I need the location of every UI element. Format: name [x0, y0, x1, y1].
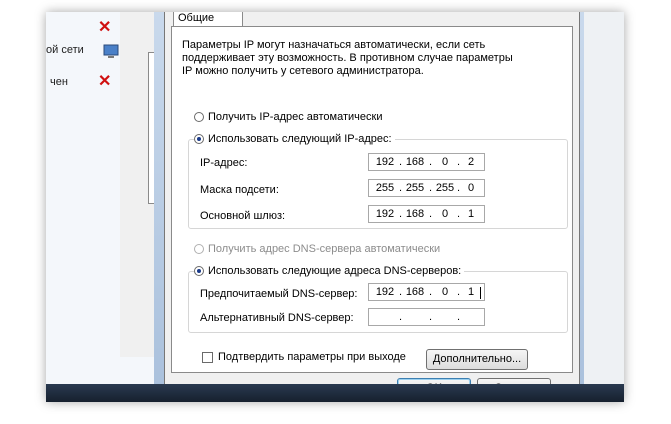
ip-manual-label: Использовать следующий IP-адрес:: [208, 133, 392, 145]
dns-auto-radio[interactable]: Получить адрес DNS-сервера автоматически: [194, 243, 440, 255]
ip-address-label: IP-адрес:: [200, 157, 248, 169]
validate-label: Подтвердить параметры при выходе: [218, 351, 406, 363]
pdns-octet-1: 192: [375, 286, 395, 298]
background-window-right: [584, 12, 624, 384]
preferred-dns-field[interactable]: 192 . 168 . 0 . 1: [368, 283, 485, 301]
gateway-octet-3: 0: [441, 208, 449, 220]
error-x-icon: ✕: [98, 73, 112, 90]
network-computer-icon: [103, 44, 119, 58]
gateway-label: Основной шлюз:: [200, 210, 286, 222]
ip-auto-label: Получить IP-адрес автоматически: [208, 111, 383, 123]
validate-checkbox[interactable]: Подтвердить параметры при выходе: [202, 351, 406, 363]
ip-auto-radio[interactable]: Получить IP-адрес автоматически: [194, 111, 382, 123]
ip-manual-radio[interactable]: Использовать следующий IP-адрес:: [194, 133, 395, 145]
radio-circle-disabled: [194, 244, 204, 254]
text-caret: [480, 287, 481, 299]
gateway-octet-4: 1: [467, 208, 475, 220]
ip-octet-3: 0: [441, 156, 449, 168]
taskbar: [46, 384, 624, 402]
tab-general[interactable]: Общие: [173, 12, 243, 27]
pdns-octet-4: 1: [467, 286, 475, 298]
subnet-octet-2: 255: [405, 182, 425, 194]
subnet-label: Маска подсети:: [200, 184, 279, 196]
pdns-octet-3: 0: [441, 286, 449, 298]
error-x-icon: ✕: [98, 19, 112, 36]
subnet-field[interactable]: 255 . 255 . 255 . 0: [368, 179, 485, 197]
intro-text: Параметры IP могут назначаться автоматич…: [182, 39, 513, 77]
subnet-octet-3: 255: [435, 182, 455, 194]
subnet-octet-1: 255: [375, 182, 395, 194]
ip-address-field[interactable]: 192 . 168 . 0 . 2: [368, 153, 485, 171]
dns-auto-label: Получить адрес DNS-сервера автоматически: [208, 243, 441, 255]
pdns-octet-2: 168: [405, 286, 425, 298]
ip-octet-4: 2: [467, 156, 475, 168]
gateway-field[interactable]: 192 . 168 . 0 . 1: [368, 205, 485, 223]
ip-octet-2: 168: [405, 156, 425, 168]
ip-octet-1: 192: [375, 156, 395, 168]
radio-circle-selected: [194, 266, 204, 276]
radio-circle-selected: [194, 134, 204, 144]
network-label: ой сети: [46, 44, 84, 56]
advanced-button[interactable]: Дополнительно...: [426, 349, 528, 370]
alternate-dns-label: Альтернативный DNS-сервер:: [200, 312, 354, 324]
preferred-dns-label: Предпочитаемый DNS-сервер:: [200, 288, 358, 300]
gateway-octet-1: 192: [375, 208, 395, 220]
status-label: чен: [50, 76, 68, 88]
checkbox-square: [202, 351, 213, 363]
screenshot-frame: ой сети чен ✕ ✕ Общие Параметры IP могут…: [46, 12, 624, 402]
ipv4-properties-dialog: Общие Параметры IP могут назначаться авт…: [164, 12, 580, 402]
radio-circle: [194, 112, 204, 122]
alternate-dns-field[interactable]: . . .: [368, 308, 485, 326]
gateway-octet-2: 168: [405, 208, 425, 220]
dns-manual-radio[interactable]: Использовать следующие адреса DNS-сервер…: [194, 265, 465, 277]
subnet-octet-4: 0: [467, 182, 475, 194]
general-tab-panel: Параметры IP могут назначаться автоматич…: [171, 26, 573, 373]
dns-manual-label: Использовать следующие адреса DNS-сервер…: [208, 265, 462, 277]
